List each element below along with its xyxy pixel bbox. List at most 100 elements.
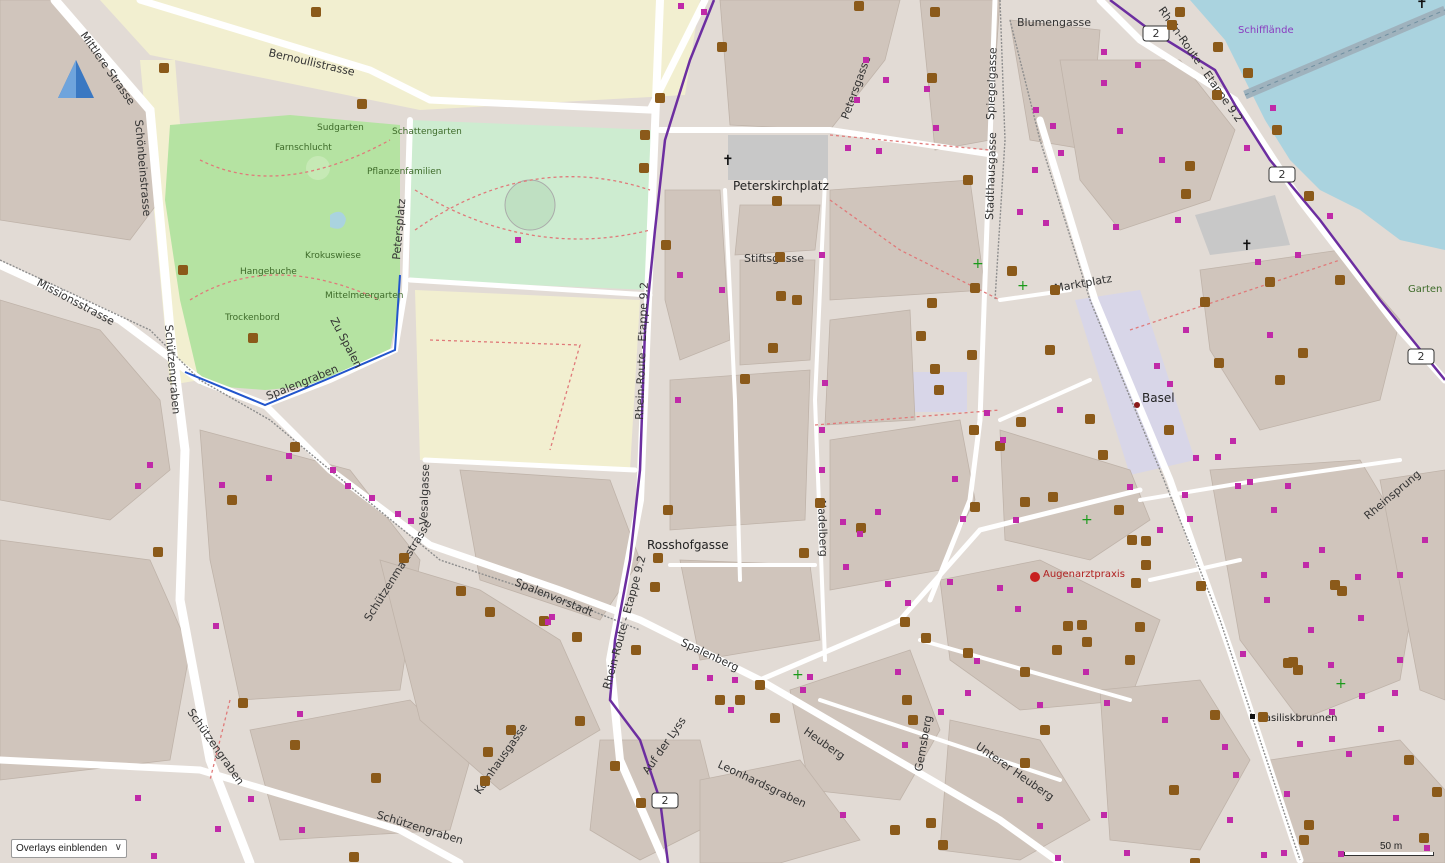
poi-marker-icon [575,716,585,726]
shop-marker-icon [819,427,825,433]
poi-marker-icon [1082,637,1092,647]
shop-marker-icon [1101,812,1107,818]
poi-marker-icon [1141,560,1151,570]
poi-marker-icon [921,633,931,643]
poi-marker-icon [506,725,516,735]
shop-marker-icon [1043,220,1049,226]
shop-marker-icon [1182,492,1188,498]
shop-marker-icon [885,581,891,587]
poi-marker-icon [639,163,649,173]
shop-marker-icon [1261,572,1267,578]
poi-marker-icon [1167,20,1177,30]
shop-marker-icon [863,57,869,63]
shop-marker-icon [1050,123,1056,129]
map-canvas[interactable]: 2 2 2 2 Bernoullistrasse Mittlere Strass… [0,0,1445,863]
poi-marker-icon [963,648,973,658]
poi-marker-icon [1298,348,1308,358]
shop-marker-icon [1175,217,1181,223]
shop-marker-icon [1058,150,1064,156]
poi-marker-icon [815,498,825,508]
poi-marker-icon [1335,275,1345,285]
poi-marker-icon [1131,578,1141,588]
poi-marker-icon [1127,535,1137,545]
garden-feature [306,156,330,180]
shop-marker-icon [1281,850,1287,856]
poi-marker-icon [1048,492,1058,502]
poi-marker-icon [1185,161,1195,171]
shop-marker-icon [984,410,990,416]
shop-marker-icon [800,687,806,693]
shop-marker-icon [997,585,1003,591]
poi-marker-icon [938,840,948,850]
poi-marker-icon [963,175,973,185]
shop-marker-icon [1117,128,1123,134]
shop-marker-icon [1017,797,1023,803]
poi-marker-icon [1243,68,1253,78]
shop-marker-icon [1101,80,1107,86]
shop-marker-icon [678,3,684,9]
shop-marker-icon [330,467,336,473]
shop-marker-icon [1261,852,1267,858]
poi-marker-icon [717,42,727,52]
shop-marker-icon [707,675,713,681]
poi-marker-icon [653,553,663,563]
university-area-south [415,290,640,470]
poi-marker-icon [970,502,980,512]
poi-marker-icon [1299,835,1309,845]
poi-marker-icon [1200,297,1210,307]
poi-marker-icon [930,7,940,17]
overlay-dropdown[interactable]: Overlays einblenden ∨ [11,839,127,858]
poi-marker-icon [485,607,495,617]
poi-marker-icon [1432,787,1442,797]
shop-marker-icon [147,462,153,468]
city-label: Basel [1142,391,1175,405]
poi-marker-icon [927,298,937,308]
street-label: Vesalgasse [417,464,432,526]
poi-marker-icon [1304,820,1314,830]
poi-marker-icon [1213,42,1223,52]
shop-marker-icon [1215,454,1221,460]
shop-marker-icon [1157,527,1163,533]
poi-marker-icon [927,73,937,83]
shop-marker-icon [1067,587,1073,593]
poi-marker-icon [1196,581,1206,591]
shop-marker-icon [1297,741,1303,747]
shop-marker-icon [395,511,401,517]
shop-marker-icon [135,795,141,801]
poi-marker-icon [480,776,490,786]
poi-marker-icon [1265,277,1275,287]
shop-marker-icon [692,664,698,670]
poi-marker-icon [349,852,359,862]
poi-marker-icon [772,196,782,206]
poi-marker-icon [399,553,409,563]
shop-marker-icon [807,674,813,680]
poi-marker-icon [159,63,169,73]
shop-marker-icon [1328,662,1334,668]
shop-marker-icon [1264,597,1270,603]
poi-marker-icon [663,505,673,515]
poi-marker-icon [1077,620,1087,630]
shop-marker-icon [135,483,141,489]
poi-marker-icon [755,680,765,690]
park-label: Trockenbord [224,313,280,323]
shop-marker-icon [938,709,944,715]
park-label: Hangebuche [240,267,297,277]
poi-marker-icon [1337,586,1347,596]
shop-marker-icon [819,467,825,473]
shop-marker-icon [1303,562,1309,568]
poi-marker-icon [1063,621,1073,631]
poi-marker-icon [890,825,900,835]
poi-marker-icon [371,773,381,783]
shop-marker-icon [408,518,414,524]
shop-marker-icon [845,145,851,151]
shop-marker-icon [1359,693,1365,699]
church-icon: ✝ [722,152,734,168]
north-arrow-icon[interactable] [56,58,96,102]
poi-marker-icon [1052,645,1062,655]
shop-marker-icon [1222,744,1228,750]
poi-marker-icon [248,333,258,343]
garden-label: Garten Di [1408,284,1445,295]
shop-marker-icon [1271,507,1277,513]
shop-marker-icon [1113,224,1119,230]
street-label: Peterskirchplatz [733,179,829,193]
